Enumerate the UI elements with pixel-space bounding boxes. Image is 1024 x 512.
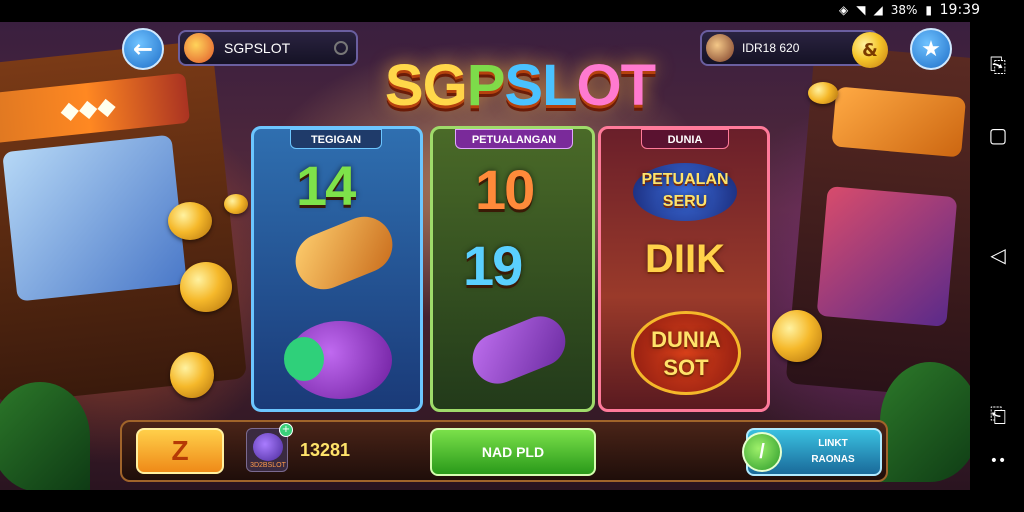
arcade-marquee: ◆◆◆ [0,72,191,144]
arcade-marquee-right [831,86,967,158]
plus-icon: + [279,423,293,437]
more-icon[interactable]: •• [985,448,1011,474]
coin-decoration [170,352,214,398]
card-number: 10 [475,158,535,221]
balance-pill[interactable]: IDR18 620 & [700,30,888,68]
card-number: 14 [296,154,356,217]
star-icon: ★ [921,36,941,62]
card-header: TEGIGAN [290,129,382,149]
item-label: 3D2BSLOT [250,462,286,469]
cannon-icon [465,308,573,392]
rotate-icon[interactable]: ⎘ [985,52,1011,78]
back-button[interactable]: ← [122,28,164,70]
z-button[interactable]: Z [136,428,224,474]
logo-dunia-sot: DUNIA SOT [631,311,741,395]
item-count: 13281 [300,440,351,460]
logo-diik: DIIK [645,237,725,281]
player-avatar [184,33,214,63]
item-slot[interactable]: 3D2BSLOT + [246,423,293,472]
status-icons: ◈ ◥ ◢ 38% ▮ [839,3,932,17]
balance-avatar [706,34,734,62]
star-button[interactable]: ★ [910,28,952,70]
game-scene: ◆◆◆ ← SGPSLOT IDR18 620 & ★ SGPSLOT TEGI… [0,22,970,490]
title-part: OT [576,53,657,118]
item-icon [253,433,283,461]
player-name: SGPSLOT [224,40,291,56]
coin-icon: & [852,32,888,68]
logo-petualan-seru: PETUALAN SERU [633,163,737,221]
magic-cannon-icon [284,321,392,399]
battery-icon: ▮ [925,3,932,17]
coin-decoration [772,310,822,362]
arcade-screen-right [816,186,958,327]
game-card-dunia[interactable]: DUNIA PETUALAN SERU DIIK DUNIA SOT [598,126,770,412]
back-arrow-icon: ← [132,35,154,63]
title-part: SL [504,53,577,118]
plant-left [0,382,90,490]
status-bar: ◈ ◥ ◢ 38% ▮ 19:39 [0,0,1024,22]
plant-right [880,362,970,482]
title-part: SG [384,53,468,118]
clock: 19:39 [939,2,980,18]
balance-value: IDR18 620 [742,41,800,55]
player-badge-icon [334,41,348,55]
link-button[interactable]: / LINKT RAONAS [742,428,882,476]
cannon-icon [287,208,401,298]
link-label-line2: RAONAS [811,454,855,465]
card-header: DUNIA [641,129,729,149]
nfc-icon: ◈ [839,3,849,17]
bottom-bar: Z 3D2BSLOT + 13281 NAD PLD / LINKT RAONA… [120,420,888,482]
back-icon[interactable]: ◁ [985,242,1011,268]
title-part: P [466,53,506,118]
screenshot-icon[interactable]: ⎗ [985,402,1011,428]
coin-decoration [224,194,248,214]
system-nav-bar: ⎘ ▢ ◁ ⎗ •• [970,22,1024,512]
game-title: SGPSLOT [360,52,680,122]
play-button[interactable]: NAD PLD [430,428,596,476]
link-icon: / [742,432,782,472]
player-name-pill[interactable]: SGPSLOT [178,30,358,66]
coin-decoration [808,82,838,104]
link-label-line1: LINKT [818,438,848,449]
screen-bottom-edge [0,490,970,512]
signal-icon: ◢ [873,3,883,17]
battery-percent: 38% [890,3,918,17]
game-card-petualangan[interactable]: PETUALANGAN 10 19 [430,126,595,412]
card-header: PETUALANGAN [455,129,573,149]
recent-apps-icon[interactable]: ▢ [985,122,1011,148]
card-number: 19 [463,234,523,297]
wifi-icon: ◥ [856,3,866,17]
coin-decoration [180,262,232,312]
game-card-tegigan[interactable]: TEGIGAN 14 [251,126,423,412]
arcade-screen [2,134,187,302]
coin-decoration [168,202,212,240]
